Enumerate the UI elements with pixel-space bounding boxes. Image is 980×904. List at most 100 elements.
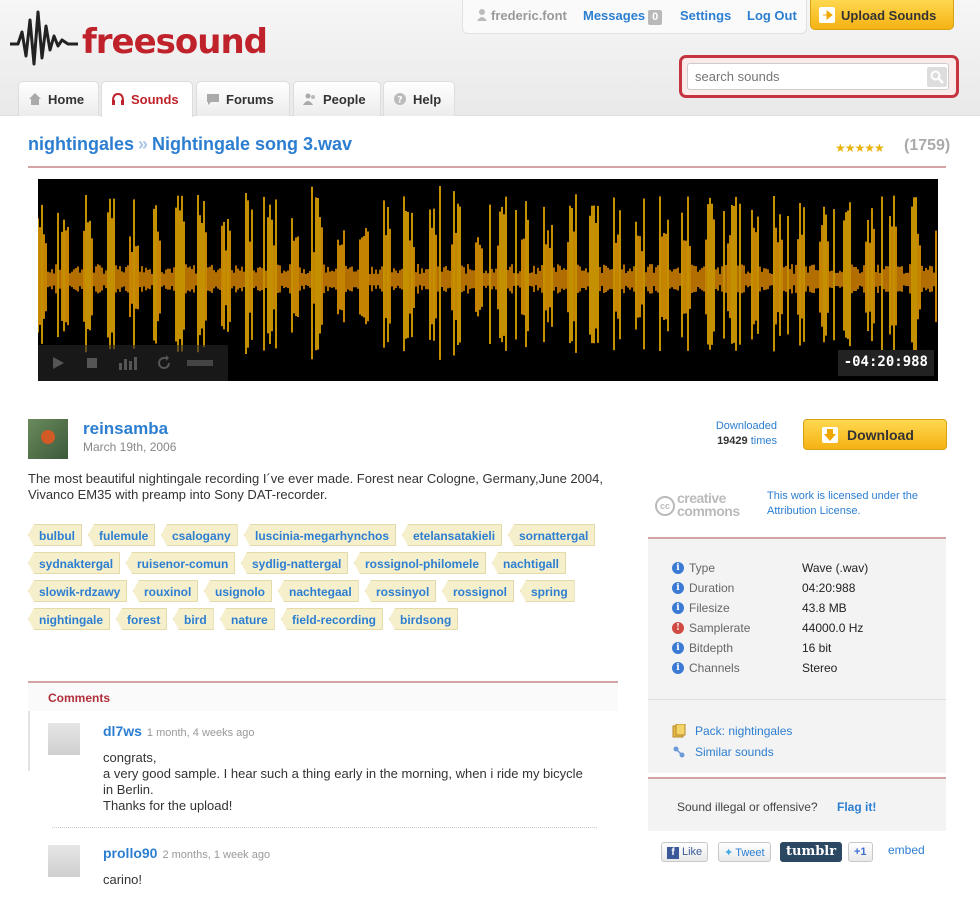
info-label: Filesize (689, 601, 730, 615)
tag-sornattergal[interactable]: sornattergal (508, 524, 596, 546)
download-button[interactable]: Download (803, 419, 947, 450)
creative-commons-logo[interactable]: cc creative commons (655, 491, 755, 522)
tab-forums[interactable]: Forums (196, 81, 290, 116)
info-value: 16 bit (802, 641, 832, 655)
comment-time: 2 months, 1 week ago (162, 849, 271, 861)
messages-link[interactable]: Messages 0 (583, 8, 663, 25)
tag-fulemule[interactable]: fulemule (88, 524, 156, 546)
tag-rouxinol[interactable]: rouxinol (133, 580, 199, 602)
logout-link[interactable]: Log Out (747, 8, 797, 23)
facebook-like-button[interactable]: f Like (661, 842, 709, 862)
cc-wordmark: creative commons (677, 491, 740, 518)
info-label: Channels (689, 661, 740, 675)
tab-help-label: Help (413, 92, 442, 107)
sound-title: nightingales» Nightingale song 3.wav (28, 134, 352, 155)
tag-sydnaktergal[interactable]: sydnaktergal (28, 552, 121, 574)
tag-rossignol-philomele[interactable]: rossignol-philomele (354, 552, 487, 574)
play-icon[interactable] (50, 355, 66, 371)
tweet-button[interactable]: ✦ Tweet (718, 842, 771, 862)
comments-title: Comments (48, 691, 111, 705)
info-label: Bitdepth (689, 641, 734, 655)
info-icon[interactable]: i (672, 662, 684, 674)
tag-bird[interactable]: bird (173, 608, 214, 630)
upload-sounds-button[interactable]: Upload Sounds (810, 0, 954, 30)
svg-text:?: ? (397, 96, 402, 106)
tag-rossignol[interactable]: rossignol (442, 580, 515, 602)
similar-sounds-icon (673, 746, 685, 758)
downloaded-suffix: times (750, 435, 777, 447)
info-icon[interactable]: i (672, 642, 684, 654)
comment-divider (52, 827, 597, 828)
spectrogram-toggle-icon[interactable] (118, 355, 140, 371)
tab-home[interactable]: Home (18, 81, 99, 116)
tab-sounds[interactable]: Sounds (101, 81, 193, 117)
pack-link-label: Pack: nightingales (695, 724, 793, 738)
info-value: 04:20:988 (802, 581, 856, 595)
comment-text-line: a very good sample. I hear such a thing … (103, 766, 583, 797)
tag-luscinia-megarhynchos[interactable]: luscinia-megarhynchos (244, 524, 397, 546)
commenter-link[interactable]: prollo90 (103, 845, 157, 861)
tag-nachtegaal[interactable]: nachtegaal (278, 580, 359, 602)
tumblr-button[interactable]: tumblr (780, 842, 843, 862)
freesound-logo[interactable]: freesound (10, 6, 268, 68)
comment-time: 1 month, 4 weeks ago (146, 727, 255, 739)
info-label: Duration (689, 581, 735, 595)
tag-etelansatakieli[interactable]: etelansatakieli (402, 524, 503, 546)
waveform-logo-icon (10, 10, 78, 66)
messages-label: Messages (583, 8, 646, 23)
cc-icon: cc (655, 496, 675, 516)
warning-icon[interactable]: ! (672, 622, 684, 634)
pack-link[interactable]: nightingales (28, 134, 134, 154)
tag-csalogany[interactable]: csalogany (161, 524, 238, 546)
settings-link[interactable]: Settings (680, 8, 731, 23)
rating-stars-icon[interactable]: ★★★★★ (835, 141, 885, 155)
license-link[interactable]: This work is licensed under the Attribut… (767, 489, 937, 519)
comments-sidebar (28, 711, 30, 771)
sound-name[interactable]: Nightingale song 3.wav (152, 134, 352, 154)
loop-icon[interactable] (156, 355, 172, 371)
tag-slowik-rdzawy[interactable]: slowik-rdzawy (28, 580, 128, 602)
search-icon[interactable] (927, 67, 947, 87)
info-value: 43.8 MB (802, 601, 847, 615)
waveform-player[interactable]: -04:20:988 (38, 179, 938, 381)
commenter-avatar[interactable] (48, 723, 80, 755)
tag-nature[interactable]: nature (220, 608, 275, 630)
commenter-avatar[interactable] (48, 845, 80, 877)
tab-help[interactable]: ? Help (383, 81, 455, 116)
google-plus-button[interactable]: +1 (848, 842, 873, 862)
tag-nachtigall[interactable]: nachtigall (492, 552, 567, 574)
tab-people[interactable]: People (293, 81, 381, 116)
help-icon: ? (394, 93, 406, 106)
uploader-link[interactable]: reinsamba (83, 419, 168, 439)
tag-usignolo[interactable]: usignolo (204, 580, 272, 602)
user-icon (477, 9, 487, 21)
sound-description: The most beautiful nightingale recording… (28, 471, 603, 502)
rating-count: (1759) (904, 137, 951, 154)
embed-link[interactable]: embed (888, 843, 925, 857)
username-label: frederic.font (491, 8, 567, 23)
uploader-avatar[interactable] (28, 419, 68, 459)
tag-rossinyol[interactable]: rossinyol (365, 580, 437, 602)
info-icon[interactable]: i (672, 602, 684, 614)
tag-field-recording[interactable]: field-recording (281, 608, 384, 630)
tag-nightingale[interactable]: nightingale (28, 608, 110, 630)
tag-bulbul[interactable]: bulbul (28, 524, 82, 546)
username[interactable]: frederic.font (477, 8, 567, 23)
divider (648, 699, 946, 700)
tag-spring[interactable]: spring (520, 580, 575, 602)
tab-home-label: Home (48, 92, 85, 107)
flag-link[interactable]: Flag it! (837, 800, 876, 814)
stop-icon[interactable] (84, 355, 100, 371)
breadcrumb-separator: » (138, 134, 149, 154)
info-icon[interactable]: i (672, 562, 684, 574)
tag-birdsong[interactable]: birdsong (389, 608, 459, 630)
commenter-link[interactable]: dl7ws (103, 723, 142, 739)
info-value: Wave (.wav) (802, 561, 869, 575)
tag-ruisenor-comun[interactable]: ruisenor-comun (126, 552, 236, 574)
tweet-label: Tweet (735, 847, 765, 859)
tag-forest[interactable]: forest (116, 608, 168, 630)
zoom-icon[interactable] (186, 355, 214, 371)
tag-sydlig-nattergal[interactable]: sydlig-nattergal (241, 552, 349, 574)
info-icon[interactable]: i (672, 582, 684, 594)
search-input[interactable] (687, 63, 949, 90)
